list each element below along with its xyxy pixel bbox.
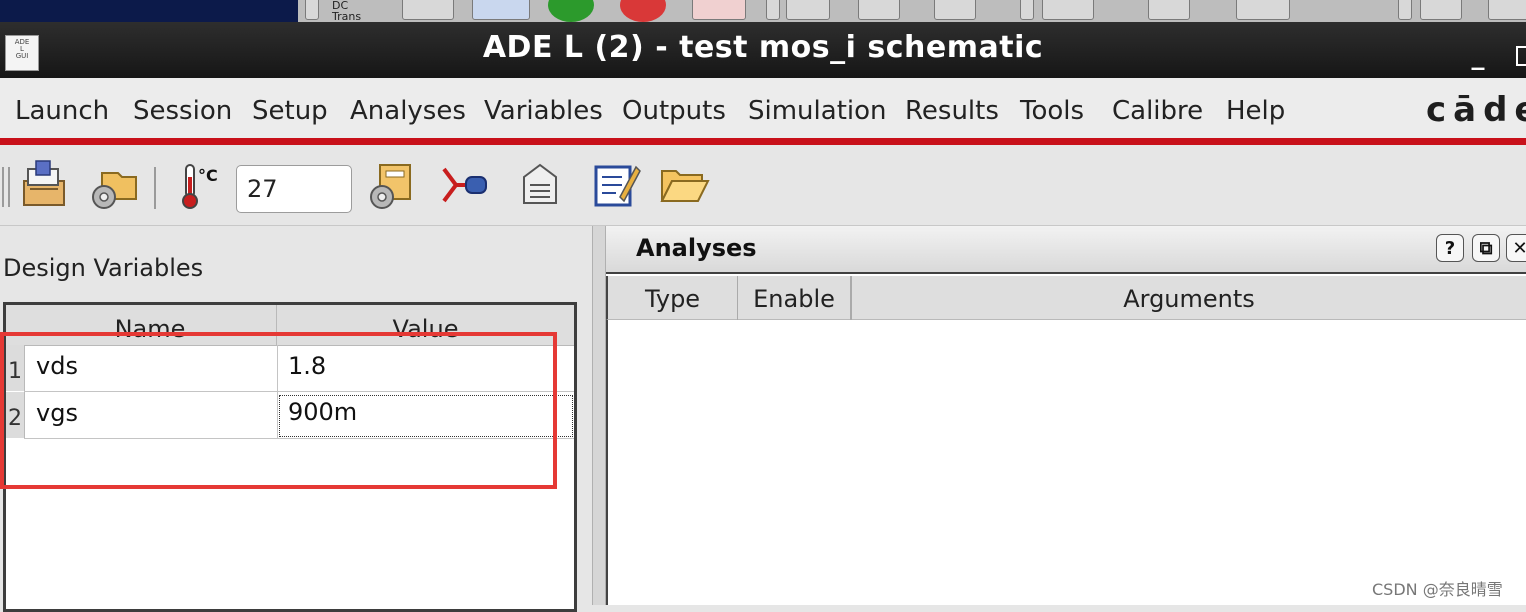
main-toolbar: °C (0, 145, 1526, 226)
edit-icon[interactable] (1148, 0, 1190, 20)
menu-analyses[interactable]: Analyses (350, 96, 466, 126)
toolbar-separator (154, 167, 156, 209)
menu-variables[interactable]: Variables (484, 96, 603, 126)
menu-accent-line (0, 138, 1526, 145)
run-simulation-icon[interactable] (548, 0, 594, 22)
window-title: ADE L (2) - test mos_i schematic (482, 30, 1044, 65)
menu-outputs[interactable]: Outputs (622, 96, 726, 126)
toolbar-separator (305, 0, 319, 20)
camera-icon[interactable] (402, 0, 454, 20)
open-folder-icon[interactable] (658, 159, 710, 211)
menu-calibre[interactable]: Calibre (1112, 96, 1203, 126)
menu-help[interactable]: Help (1226, 96, 1285, 126)
toolbar-separator (1398, 0, 1412, 20)
print-icon[interactable] (858, 0, 900, 20)
save-state-icon[interactable] (18, 159, 70, 211)
menu-tools[interactable]: Tools (1020, 96, 1084, 126)
background-toolbar-strip: DC Trans (0, 0, 1526, 22)
display-icon[interactable] (1042, 0, 1094, 20)
toolbar-separator (1020, 0, 1034, 20)
netlist-icon[interactable] (472, 0, 530, 20)
analyses-panel: Analyses ? ⧉ ✕ Type Enable Arguments (606, 226, 1526, 605)
maximize-button[interactable] (1516, 46, 1526, 66)
menu-setup[interactable]: Setup (252, 96, 328, 126)
menu-results[interactable]: Results (905, 96, 999, 126)
window-titlebar: ADE L GUI ADE L (2) - test mos_i schemat… (0, 22, 1526, 78)
annotate-icon[interactable] (934, 0, 976, 20)
toolbar-grip[interactable] (2, 167, 10, 207)
toolbar-separator (766, 0, 780, 20)
waveform-icon[interactable] (692, 0, 746, 20)
design-variables-title: Design Variables (3, 254, 204, 282)
column-header-arguments[interactable]: Arguments (852, 276, 1526, 320)
load-setup-icon[interactable] (88, 159, 140, 211)
panel-splitter[interactable] (592, 226, 606, 605)
watermark: CSDN @奈良晴雪 (1372, 580, 1503, 599)
choose-analyses-icon[interactable] (440, 159, 492, 211)
analyses-title: Analyses (636, 234, 757, 262)
column-header-enable[interactable]: Enable (738, 276, 852, 320)
edit-outputs-icon[interactable] (590, 159, 642, 211)
close-panel-button[interactable]: ✕ (1506, 234, 1526, 262)
thermometer-icon: °C (182, 164, 218, 209)
help-button[interactable]: ? (1436, 234, 1464, 262)
setup-model-icon[interactable] (366, 159, 418, 211)
float-panel-button[interactable]: ⧉ (1472, 234, 1500, 262)
menu-bar: Launch Session Setup Analyses Variables … (0, 78, 1526, 138)
background-window-area (0, 0, 298, 22)
minimize-button[interactable]: _ (1466, 42, 1490, 72)
comment-icon[interactable] (1488, 0, 1526, 20)
column-header-type[interactable]: Type (608, 276, 738, 320)
analyses-table-body[interactable] (606, 320, 1526, 605)
analyses-titlebar: Analyses ? ⧉ ✕ (606, 226, 1526, 274)
dc-trans-label: DC Trans (332, 0, 362, 22)
menu-session[interactable]: Session (133, 96, 232, 126)
menu-simulation[interactable]: Simulation (748, 96, 887, 126)
stop-simulation-icon[interactable] (620, 0, 666, 22)
temperature-unit: °C (198, 166, 218, 185)
highlight-annotation (0, 332, 557, 489)
pencil-icon[interactable] (1420, 0, 1462, 20)
calculator-icon[interactable] (786, 0, 830, 20)
grid-icon[interactable] (1236, 0, 1290, 20)
temperature-input[interactable] (236, 165, 352, 213)
edit-variables-icon[interactable] (514, 159, 566, 211)
brand-logo: cāde (1426, 90, 1526, 130)
analyses-table-header: Type Enable Arguments (606, 276, 1526, 320)
menu-launch[interactable]: Launch (15, 96, 109, 126)
